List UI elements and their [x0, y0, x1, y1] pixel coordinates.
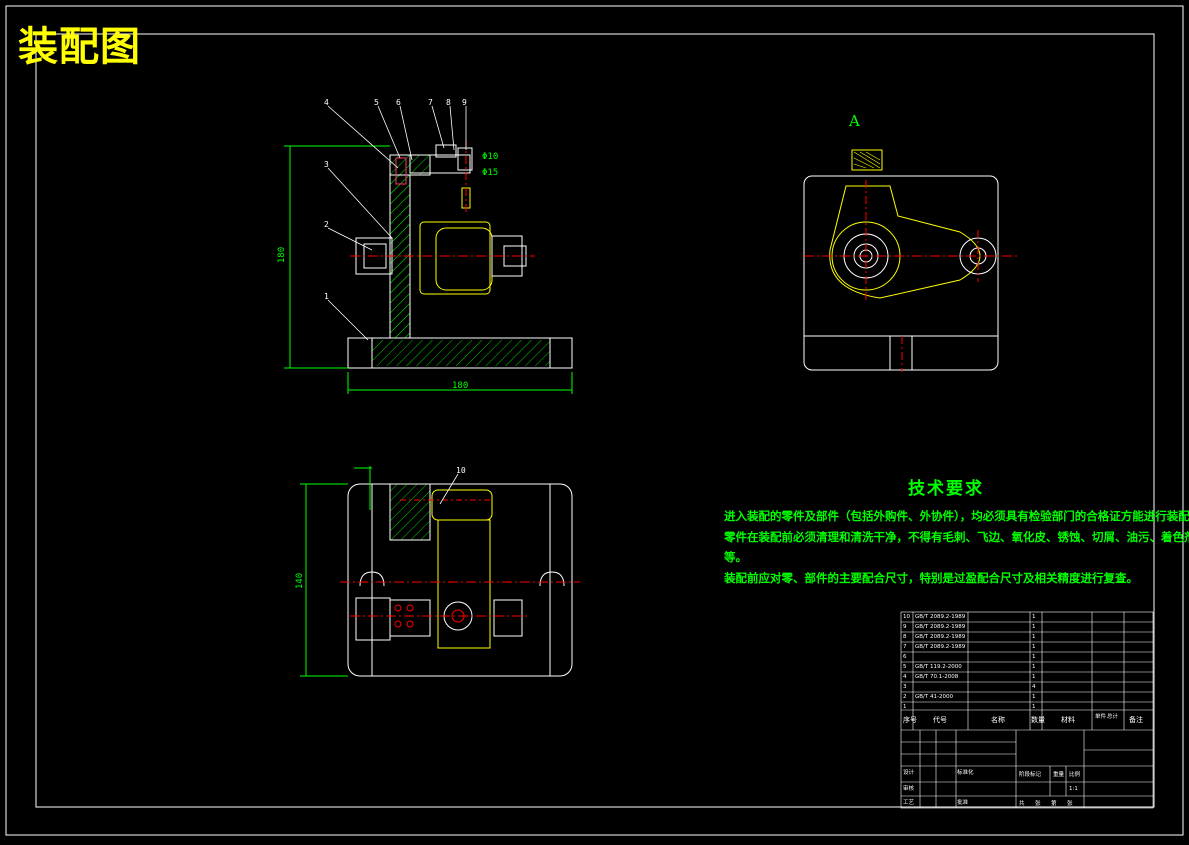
bom-row-1-qty: 1: [1032, 704, 1036, 710]
callout-3: 3: [324, 160, 329, 169]
bom-row-3-qty: 4: [1032, 684, 1036, 690]
drawing-sheet: 装配图 A 4 5 6 7 8 9 3 2 1 10 180 180 140 Φ…: [0, 0, 1189, 841]
bom-header-material: 材料: [1061, 716, 1075, 724]
dim-front-width: 180: [452, 381, 469, 391]
callout-4: 4: [324, 98, 329, 107]
top-view: [300, 466, 580, 677]
callout-6: 6: [396, 98, 401, 107]
tb-sheet-2: 张: [1067, 801, 1073, 807]
tb-process: 工艺: [903, 800, 915, 806]
bom-row-5-qty: 1: [1032, 664, 1036, 670]
dim-dia-10: Φ10: [482, 152, 499, 162]
bom-header-total: 总计: [1107, 714, 1119, 720]
tech-line-3: 等。: [724, 550, 747, 564]
bom-header-remark: 备注: [1129, 716, 1143, 724]
bom-row-6-no: 6: [903, 654, 907, 660]
tb-sheet-1: 张: [1035, 801, 1041, 807]
drawing-title: 装配图: [18, 23, 141, 70]
tb-ratio: 比例: [1069, 772, 1081, 778]
tech-line-1: 进入装配的零件及部件（包括外购件、外协件），均必须具有检验部门的合格证方能进行装…: [724, 509, 1189, 523]
bom-row-10-qty: 1: [1032, 614, 1036, 620]
bom-table: 10 GB/T 2089.2-1989 1 9 GB/T 2089.2-1989…: [901, 612, 1153, 808]
tech-line-2: 零件在装配前必须清理和清洗干净，不得有毛刺、飞边、氧化皮、锈蚀、切屑、油污、着色…: [724, 530, 1189, 544]
tb-scale: 1:1: [1069, 786, 1078, 792]
callout-2: 2: [324, 220, 329, 229]
callout-5: 5: [374, 98, 379, 107]
tb-design: 设计: [903, 770, 915, 776]
bom-header-code: 代号: [933, 716, 947, 724]
tb-stage: 阶段标记: [1019, 772, 1042, 778]
bom-row-3-no: 3: [903, 684, 907, 690]
bom-row-7-qty: 1: [1032, 644, 1036, 650]
bom-row-7-code: GB/T 2089.2-1989: [915, 644, 966, 650]
bom-row-6-qty: 1: [1032, 654, 1036, 660]
bom-row-2-code: GB/T 41-2000: [915, 694, 953, 700]
tech-requirements-heading: 技术要求: [908, 479, 984, 499]
tb-standard: 标准化: [957, 770, 974, 776]
dim-front-height: 180: [277, 246, 288, 264]
dim-dia-15: Φ15: [482, 168, 499, 178]
callout-9: 9: [462, 98, 467, 107]
bom-row-4-code: GB/T 70.1-2008: [915, 674, 959, 680]
callout-8: 8: [446, 98, 451, 107]
tb-weight: 重量: [1053, 772, 1065, 778]
bom-row-5-no: 5: [903, 664, 907, 670]
callout-1: 1: [324, 292, 329, 301]
dim-top-height: 140: [295, 572, 306, 590]
bom-row-2-no: 2: [903, 694, 907, 700]
view-label-a: A: [849, 112, 860, 130]
tb-approve: 批准: [957, 800, 969, 806]
bom-row-2-qty: 1: [1032, 694, 1036, 700]
bom-row-8-qty: 1: [1032, 634, 1036, 640]
callout-7: 7: [428, 98, 433, 107]
bom-row-1-no: 1: [903, 704, 907, 710]
bom-header-name: 名称: [991, 716, 1005, 724]
bom-header-unit: 单件: [1095, 714, 1107, 720]
bom-row-7-no: 7: [903, 644, 907, 650]
tb-total: 共: [1019, 801, 1025, 807]
bom-row-8-code: GB/T 2089.2-1989: [915, 634, 966, 640]
bom-row-5-code: GB/T 119.2-2000: [915, 664, 962, 670]
bom-row-8-no: 8: [903, 634, 907, 640]
bom-row-4-no: 4: [903, 674, 907, 680]
front-view: [284, 105, 573, 394]
side-view-a: [803, 149, 1020, 372]
bom-row-4-qty: 1: [1032, 674, 1036, 680]
bom-row-9-no: 9: [903, 624, 907, 630]
bom-row-9-qty: 1: [1032, 624, 1036, 630]
callout-10: 10: [456, 466, 466, 475]
bom-row-9-code: GB/T 2089.2-1989: [915, 624, 966, 630]
bom-header-no: 序号: [903, 716, 917, 724]
bom-header-qty: 数量: [1031, 716, 1045, 724]
bom-row-10-code: GB/T 2089.2-1989: [915, 614, 966, 620]
tb-no: 第: [1051, 801, 1057, 807]
tech-line-4: 装配前应对零、部件的主要配合尺寸，特别是过盈配合尺寸及相关精度进行复查。: [724, 571, 1138, 585]
bom-row-10-no: 10: [903, 614, 910, 620]
tb-review: 审核: [903, 786, 915, 792]
